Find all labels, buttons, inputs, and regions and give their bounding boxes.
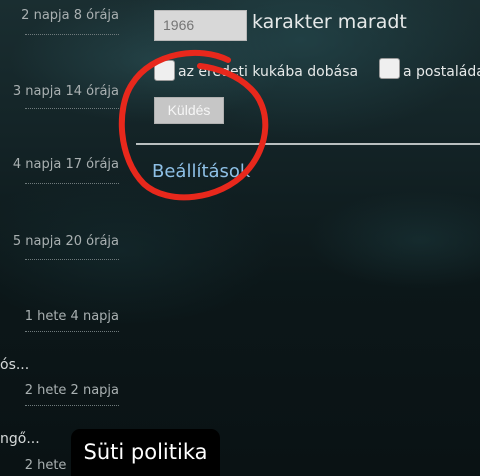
message-time: 4 napja 17 órája <box>12 157 119 172</box>
message-list-sidebar: 2 napja 8 órája 3 napja 14 órája 4 napja… <box>0 0 122 476</box>
message-title-fragment[interactable]: ós... <box>0 357 29 373</box>
message-title-fragment[interactable]: ngő... <box>0 431 40 447</box>
list-divider <box>25 183 119 184</box>
message-time: 3 napja 14 órája <box>12 84 119 99</box>
message-time: 2 napja 8 órája <box>21 8 119 23</box>
list-divider <box>25 331 119 332</box>
trash-original-label: az eredeti kukába dobása <box>178 64 359 80</box>
char-remaining-label: karakter maradt <box>252 11 407 33</box>
section-divider <box>136 143 480 145</box>
list-divider <box>25 108 119 109</box>
list-divider <box>25 34 119 35</box>
list-divider <box>25 259 119 260</box>
message-time: 5 napja 20 órája <box>12 234 119 249</box>
outbox-label: a postaláda <box>403 64 480 80</box>
send-options: az eredeti kukába dobása a postaláda <box>154 58 480 84</box>
message-time: 2 hete 2 napja <box>24 383 119 398</box>
send-button[interactable]: Küldés <box>154 97 224 124</box>
outbox-checkbox[interactable] <box>379 58 400 79</box>
cookie-policy-button[interactable]: Süti politika <box>71 429 220 476</box>
list-divider <box>25 405 119 406</box>
message-time: 1 hete 4 napja <box>24 309 119 324</box>
trash-original-checkbox[interactable] <box>154 60 175 81</box>
char-count-field: 1966 <box>154 10 247 41</box>
compose-panel: 1966 karakter maradt az eredeti kukába d… <box>122 0 480 476</box>
settings-link[interactable]: Beállítások <box>152 161 250 182</box>
